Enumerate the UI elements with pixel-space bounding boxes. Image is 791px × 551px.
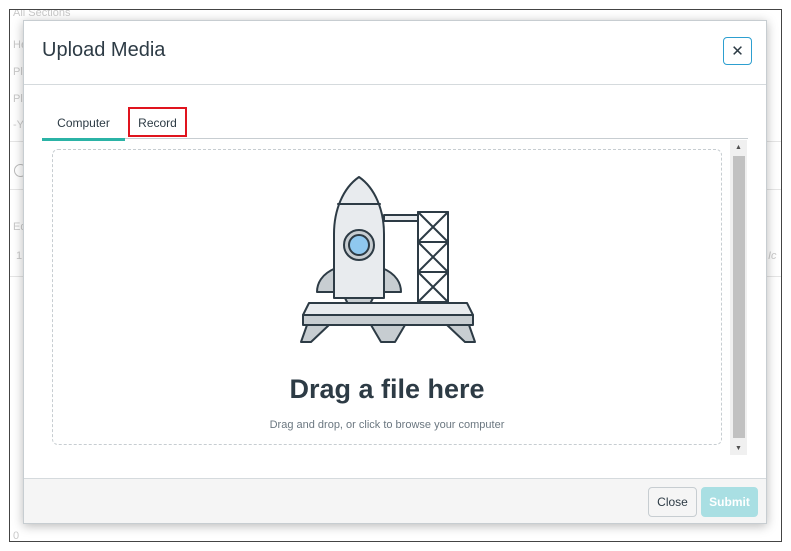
close-button[interactable]: Close (648, 487, 697, 517)
close-dialog-button[interactable]: ✕ (723, 37, 752, 65)
submit-button[interactable]: Submit (701, 487, 758, 517)
bg-text: Ic (768, 250, 777, 262)
upload-media-dialog: Upload Media ✕ Computer Record Drag a fi… (23, 20, 767, 524)
bg-text: 0 (13, 530, 20, 542)
dropzone-title: Drag a file here (289, 374, 485, 404)
bg-row-letter: Pl (13, 93, 23, 105)
tab-record[interactable]: Record (128, 107, 187, 139)
highlight-box (128, 107, 187, 137)
rocket-launch-icon (300, 176, 476, 343)
scroll-thumb[interactable] (733, 156, 745, 438)
tab-label: Computer (57, 116, 110, 130)
dropzone-subtitle: Drag and drop, or click to browse your c… (269, 419, 505, 431)
scroll-up-arrow-icon[interactable]: ▲ (730, 140, 747, 154)
dialog-footer: Close Submit (24, 478, 766, 523)
tab-computer[interactable]: Computer (42, 107, 125, 141)
bg-text: 1 (16, 250, 23, 262)
scroll-down-arrow-icon[interactable]: ▼ (730, 441, 747, 455)
tab-panel: Drag a file here Drag and drop, or click… (42, 140, 748, 455)
file-dropzone[interactable]: Drag a file here Drag and drop, or click… (52, 149, 722, 445)
upload-tabs: Computer Record (42, 107, 748, 141)
bg-row-letter: Pl (13, 66, 23, 78)
dialog-title: Upload Media (42, 39, 166, 61)
bg-section-label: All Sections (13, 9, 71, 19)
vertical-scrollbar[interactable]: ▲ ▼ (730, 140, 747, 455)
dialog-header: Upload Media ✕ (24, 21, 766, 85)
close-icon: ✕ (731, 43, 744, 60)
